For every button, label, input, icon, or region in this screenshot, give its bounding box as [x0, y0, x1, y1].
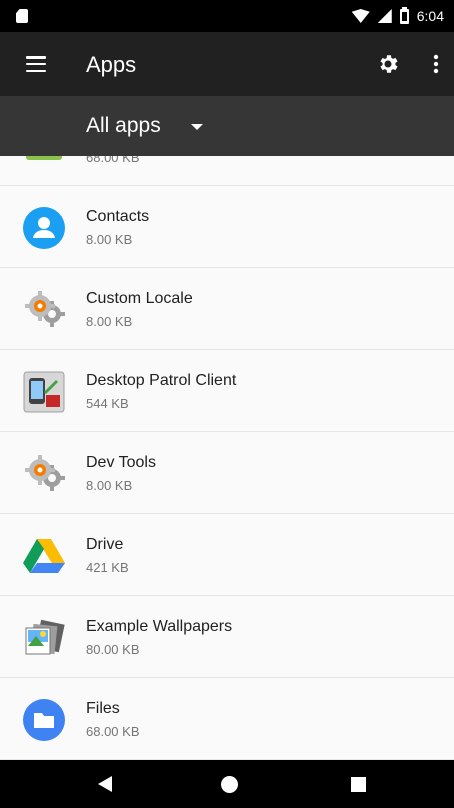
battery-icon — [399, 6, 409, 24]
app-size: 8.00 KB — [86, 232, 133, 247]
back-icon[interactable] — [98, 776, 112, 792]
app-name: Drive — [86, 536, 124, 553]
list-item[interactable]: Dev Tools 8.00 KB — [0, 432, 454, 514]
sim-card-icon — [16, 9, 28, 23]
folder-icon — [23, 699, 65, 741]
filter-label: All apps — [86, 114, 161, 137]
app-name: Files — [86, 700, 120, 717]
app-size: 80.00 KB — [86, 642, 140, 657]
app-name: Dev Tools — [86, 454, 156, 471]
app-name: Custom Locale — [86, 290, 193, 307]
app-name: Contacts — [86, 208, 150, 225]
desktop-patrol-icon — [23, 371, 65, 413]
app-icon-green — [26, 156, 62, 160]
toolbar: Apps — [0, 32, 454, 96]
app-filter-dropdown[interactable]: All apps — [86, 112, 203, 140]
app-list[interactable]: 68.00 KB Contacts 8.00 KB Custom Locale … — [0, 156, 454, 760]
app-size: 421 KB — [86, 560, 129, 575]
hamburger-menu-icon[interactable] — [26, 56, 46, 72]
app-bar: Apps All apps — [0, 32, 454, 156]
app-name: Example Wallpapers — [86, 618, 233, 635]
gear-app-icon — [25, 455, 65, 491]
navigation-bar — [0, 760, 454, 808]
page-title: Apps — [86, 52, 137, 77]
dropdown-caret-icon — [190, 124, 203, 130]
home-icon[interactable] — [221, 776, 238, 793]
list-item[interactable]: Contacts 8.00 KB — [0, 186, 454, 268]
app-size: 544 KB — [86, 396, 129, 411]
contacts-icon — [23, 207, 65, 249]
settings-gear-icon[interactable] — [376, 52, 400, 76]
more-options-icon[interactable] — [424, 52, 448, 76]
list-item[interactable]: 68.00 KB — [0, 156, 454, 186]
list-item[interactable]: Custom Locale 8.00 KB — [0, 268, 454, 350]
wifi-icon — [351, 9, 370, 23]
wallpapers-icon — [25, 619, 65, 655]
status-time: 6:04 — [416, 8, 444, 24]
recents-icon[interactable] — [351, 777, 366, 792]
app-size: 8.00 KB — [86, 478, 133, 493]
app-size: 68.00 KB — [86, 724, 140, 739]
app-name: Desktop Patrol Client — [86, 372, 237, 389]
status-bar: 6:04 — [0, 0, 454, 32]
signal-icon — [377, 9, 392, 23]
gear-app-icon — [25, 291, 65, 327]
list-item[interactable]: Files 68.00 KB — [0, 678, 454, 760]
list-item[interactable]: Drive 421 KB — [0, 514, 454, 596]
list-item[interactable]: Desktop Patrol Client 544 KB — [0, 350, 454, 432]
app-size: 8.00 KB — [86, 314, 133, 329]
filter-bar: All apps — [0, 96, 454, 156]
drive-icon — [23, 539, 65, 573]
list-item[interactable]: Example Wallpapers 80.00 KB — [0, 596, 454, 678]
app-size: 68.00 KB — [86, 156, 140, 165]
